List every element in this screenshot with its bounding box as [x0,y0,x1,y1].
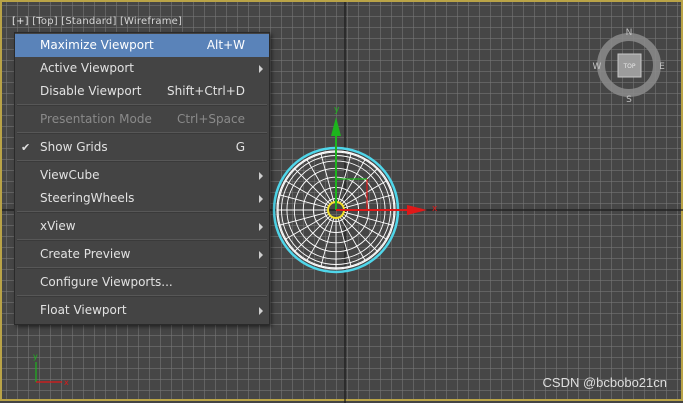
menu-item-xview[interactable]: xView [15,215,269,238]
sphere-longitude-line [341,167,379,205]
menu-item-presentation-mode: Presentation Mode Ctrl+Space [15,108,269,131]
menu-separator [17,295,267,297]
tripod-y-label: y [33,352,38,361]
submenu-arrow-icon [259,195,263,203]
menu-separator [17,104,267,106]
menu-item-shortcut: Alt+W [206,38,245,52]
menu-item-label: Active Viewport [40,61,135,75]
menu-item-label: Float Viewport [40,303,127,317]
menu-separator [17,160,267,162]
compass-south-label: S [626,95,632,105]
viewcube-face-label: TOP [622,63,635,70]
menu-item-label: ViewCube [40,168,100,182]
menu-item-float-viewport[interactable]: Float Viewport [15,299,269,322]
menu-item-maximize-viewport[interactable]: Maximize Viewport Alt+W [15,34,269,57]
gizmo-x-arrow[interactable] [407,205,427,215]
menu-item-label: SteeringWheels [40,191,135,205]
submenu-arrow-icon [259,65,263,73]
top-viewport[interactable]: y x TOP N S E W y x [+] [Top] [Standard]… [0,0,683,403]
menu-item-label: xView [40,219,76,233]
submenu-arrow-icon [259,172,263,180]
menu-item-show-grids[interactable]: ✔ Show Grids G [15,136,269,159]
viewcube[interactable]: TOP N S E W [593,28,666,105]
menu-item-label: Maximize Viewport [40,38,154,52]
viewport-point-of-view-menu[interactable]: [Top] [32,16,58,27]
viewport-display-menu[interactable]: [Wireframe] [120,16,182,27]
submenu-arrow-icon [259,223,263,231]
gizmo-x-label: x [432,204,438,214]
menu-item-shortcut: Ctrl+Space [177,112,245,126]
tripod-x-label: x [64,378,69,387]
menu-item-label: Presentation Mode [40,112,152,126]
sphere-longitude-line [293,167,331,205]
menu-item-label: Configure Viewports... [40,275,173,289]
axis-tripod: y x [33,352,69,387]
gizmo-y-arrow[interactable] [331,117,341,136]
menu-item-shortcut: G [235,140,245,154]
sphere-longitude-line [341,215,379,253]
gizmo-y-label: y [334,105,340,115]
menu-item-create-preview[interactable]: Create Preview [15,243,269,266]
menu-item-label: Disable Viewport [40,84,142,98]
viewport-label-menu: [+] [Top] [Standard] [Wireframe] [12,16,182,27]
menu-item-label: Create Preview [40,247,131,261]
submenu-arrow-icon [259,251,263,259]
menu-item-label: Show Grids [40,140,108,154]
menu-item-viewcube[interactable]: ViewCube [15,164,269,187]
menu-item-steeringwheels[interactable]: SteeringWheels [15,187,269,210]
menu-separator [17,267,267,269]
compass-east-label: E [659,62,665,72]
checkmark-icon: ✔ [21,141,31,154]
watermark-text: CSDN @bcbobo21cn [542,375,667,390]
viewport-context-menu: Maximize Viewport Alt+W Active Viewport … [14,32,270,325]
viewport-shading-menu[interactable]: [Standard] [61,16,116,27]
menu-separator [17,211,267,213]
menu-item-shortcut: Shift+Ctrl+D [167,84,245,98]
viewport-general-menu[interactable]: [+] [12,16,29,27]
menu-item-configure-viewports[interactable]: Configure Viewports... [15,271,269,294]
sphere-longitude-line [293,215,331,253]
compass-north-label: N [626,28,633,38]
menu-separator [17,132,267,134]
compass-west-label: W [593,62,602,72]
submenu-arrow-icon [259,307,263,315]
menu-item-active-viewport[interactable]: Active Viewport [15,57,269,80]
menu-item-disable-viewport[interactable]: Disable Viewport Shift+Ctrl+D [15,80,269,103]
menu-separator [17,239,267,241]
